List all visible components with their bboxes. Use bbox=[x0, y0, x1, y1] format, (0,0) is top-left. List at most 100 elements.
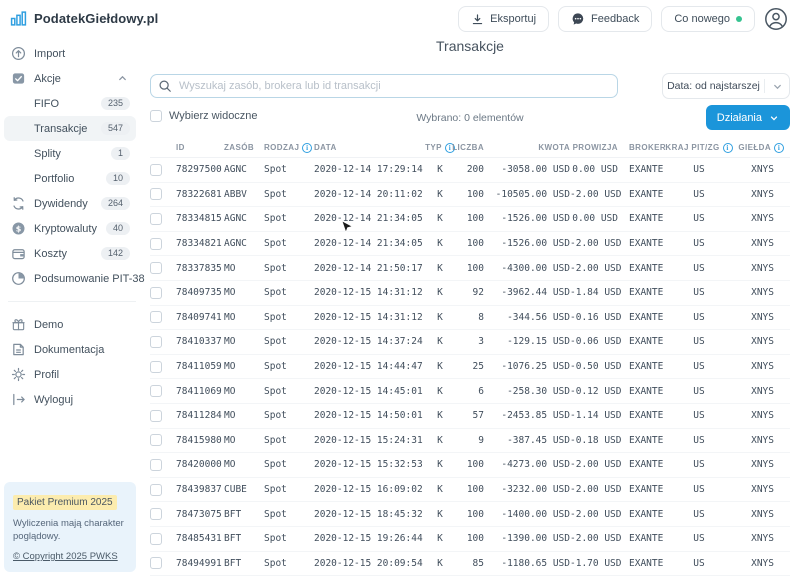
row-checkbox[interactable] bbox=[150, 311, 162, 323]
table-row[interactable]: 78334821AGNCSpot2020-12-14 21:34:05K100-… bbox=[150, 232, 790, 257]
table-row[interactable]: 78411059MOSpot2020-12-15 14:44:47K25-107… bbox=[150, 355, 790, 380]
table-controls: Wybierz widoczne Wybrano: 0 elementów Dz… bbox=[150, 104, 790, 132]
column-header-prowizja[interactable]: PROWIZJA bbox=[570, 143, 618, 152]
cell-gielda: XNYS bbox=[724, 238, 790, 249]
row-checkbox[interactable] bbox=[150, 484, 162, 496]
cell-liczba: 100 bbox=[452, 213, 484, 224]
cell-gielda: XNYS bbox=[724, 558, 790, 569]
row-checkbox[interactable] bbox=[150, 459, 162, 471]
row-checkbox[interactable] bbox=[150, 238, 162, 250]
sidebar-item-dywidendy[interactable]: Dywidendy264 bbox=[4, 191, 136, 216]
sort-value: Data: od najstarszej bbox=[663, 80, 764, 92]
row-checkbox[interactable] bbox=[150, 434, 162, 446]
sidebar-item-fifo[interactable]: FIFO235 bbox=[4, 91, 136, 116]
table-row[interactable]: 78494991BFTSpot2020-12-15 20:09:54K85-11… bbox=[150, 552, 790, 577]
row-checkbox[interactable] bbox=[150, 188, 162, 200]
cell-broker: EXANTE bbox=[618, 189, 674, 200]
cell-data: 2020-12-15 16:09:02 bbox=[314, 484, 428, 495]
column-header-data[interactable]: DATA bbox=[314, 143, 428, 152]
cell-broker: EXANTE bbox=[618, 263, 674, 274]
row-select-cell bbox=[150, 311, 176, 323]
row-checkbox[interactable] bbox=[150, 557, 162, 569]
row-checkbox[interactable] bbox=[150, 385, 162, 397]
sidebar-item-profil[interactable]: Profil bbox=[4, 362, 136, 387]
table-row[interactable]: 78322681ABBVSpot2020-12-14 20:11:02K100-… bbox=[150, 183, 790, 208]
row-checkbox[interactable] bbox=[150, 336, 162, 348]
column-header-zas-b[interactable]: ZASÓB bbox=[224, 143, 264, 152]
cell-data: 2020-12-15 18:45:32 bbox=[314, 509, 428, 520]
table-row[interactable]: 78410337MOSpot2020-12-15 14:37:24K3-129.… bbox=[150, 330, 790, 355]
table-row[interactable]: 78409741MOSpot2020-12-15 14:31:12K8-344.… bbox=[150, 306, 790, 331]
sidebar-item-wyloguj[interactable]: Wyloguj bbox=[4, 387, 136, 412]
cell-zasob: MO bbox=[224, 435, 264, 446]
row-checkbox[interactable] bbox=[150, 213, 162, 225]
row-select-cell bbox=[150, 213, 176, 225]
main-content: Transakcje Data: od najstarszej Wybierz … bbox=[150, 0, 790, 578]
cell-typ: K bbox=[428, 558, 452, 569]
cell-kraj: US bbox=[674, 484, 724, 495]
column-header-kraj-pit-zg[interactable]: KRAJ PIT/ZGi bbox=[674, 143, 724, 153]
table-row[interactable]: 78334815AGNCSpot2020-12-14 21:34:05K100-… bbox=[150, 207, 790, 232]
row-checkbox[interactable] bbox=[150, 287, 162, 299]
row-checkbox[interactable] bbox=[150, 410, 162, 422]
logout-icon bbox=[10, 392, 26, 408]
table-row[interactable]: 78439837CUBESpot2020-12-15 16:09:02K100-… bbox=[150, 478, 790, 503]
sidebar-item-splity[interactable]: Splity1 bbox=[4, 141, 136, 166]
info-icon[interactable]: i bbox=[302, 143, 312, 153]
cell-rodzaj: Spot bbox=[264, 287, 314, 298]
table-row[interactable]: 78473075BFTSpot2020-12-15 18:45:32K100-1… bbox=[150, 502, 790, 527]
sort-dropdown[interactable]: Data: od najstarszej bbox=[662, 73, 790, 99]
cell-typ: K bbox=[428, 238, 452, 249]
import-icon bbox=[10, 46, 26, 62]
copyright-link[interactable]: © Copyright 2025 PWKS bbox=[13, 551, 118, 562]
column-header-gie-da[interactable]: GIEŁDAi bbox=[724, 143, 790, 153]
cell-id: 78415980 bbox=[176, 435, 224, 446]
cell-gielda: XNYS bbox=[724, 287, 790, 298]
row-checkbox[interactable] bbox=[150, 533, 162, 545]
row-checkbox[interactable] bbox=[150, 262, 162, 274]
cell-liczba: 200 bbox=[452, 164, 484, 175]
sidebar-item-dokumentacja[interactable]: Dokumentacja bbox=[4, 337, 136, 362]
row-checkbox[interactable] bbox=[150, 164, 162, 176]
table-row[interactable]: 78420000MOSpot2020-12-15 15:32:53K100-42… bbox=[150, 453, 790, 478]
sidebar-item-kryptowaluty[interactable]: $Kryptowaluty40 bbox=[4, 216, 136, 241]
cell-gielda: XNYS bbox=[724, 361, 790, 372]
table-row[interactable]: 78337835MOSpot2020-12-14 21:50:17K100-43… bbox=[150, 256, 790, 281]
premium-panel: Pakiet Premium 2025 Wyliczenia mają char… bbox=[4, 482, 136, 572]
dividends-icon bbox=[10, 196, 26, 212]
actions-button[interactable]: Działania bbox=[706, 105, 790, 130]
sidebar-item-koszty[interactable]: Koszty142 bbox=[4, 241, 136, 266]
sidebar-item-demo[interactable]: Demo bbox=[4, 312, 136, 337]
sidebar-item-akcje[interactable]: Akcje bbox=[4, 66, 136, 91]
sidebar-item-podsumowanie-pit-38[interactable]: Podsumowanie PIT-38 bbox=[4, 266, 136, 291]
app-logo[interactable]: PodatekGiełdowy.pl bbox=[0, 0, 148, 27]
row-select-cell bbox=[150, 336, 176, 348]
row-checkbox[interactable] bbox=[150, 508, 162, 520]
row-checkbox[interactable] bbox=[150, 361, 162, 373]
sidebar: PodatekGiełdowy.pl Import Akcje FIFO235 … bbox=[0, 0, 148, 578]
table-row[interactable]: 78411069MOSpot2020-12-15 14:45:01K6-258.… bbox=[150, 379, 790, 404]
row-select-cell bbox=[150, 262, 176, 274]
cell-zasob: ABBV bbox=[224, 189, 264, 200]
cell-kwota: -1526.00 USD bbox=[484, 213, 570, 224]
info-icon[interactable]: i bbox=[774, 143, 784, 153]
sidebar-item-import[interactable]: Import bbox=[4, 41, 136, 66]
table-row[interactable]: 78409735MOSpot2020-12-15 14:31:12K92-396… bbox=[150, 281, 790, 306]
column-header-kwota[interactable]: KWOTA bbox=[484, 143, 570, 152]
table-row[interactable]: 78485431BFTSpot2020-12-15 19:26:44K100-1… bbox=[150, 527, 790, 552]
cell-kraj: US bbox=[674, 435, 724, 446]
column-header-liczba[interactable]: LICZBA bbox=[452, 143, 484, 152]
column-header-id[interactable]: ID bbox=[176, 143, 224, 152]
search-input[interactable] bbox=[150, 74, 618, 98]
column-header-rodzaj[interactable]: RODZAJi bbox=[264, 143, 314, 153]
search-box bbox=[150, 74, 618, 98]
table-row[interactable]: 78411284MOSpot2020-12-15 14:50:01K57-245… bbox=[150, 404, 790, 429]
cell-kwota: -4273.00 USD bbox=[484, 459, 570, 470]
cell-liczba: 100 bbox=[452, 484, 484, 495]
table-row[interactable]: 78297500AGNCSpot2020-12-14 17:29:14K200-… bbox=[150, 158, 790, 183]
sidebar-item-portfolio[interactable]: Portfolio10 bbox=[4, 166, 136, 191]
table-row[interactable]: 78415980MOSpot2020-12-15 15:24:31K9-387.… bbox=[150, 429, 790, 454]
sidebar-item-transakcje[interactable]: Transakcje547 bbox=[4, 116, 136, 141]
column-header-typ[interactable]: TYPi bbox=[428, 143, 452, 153]
sidebar-item-label: Portfolio bbox=[34, 173, 106, 185]
